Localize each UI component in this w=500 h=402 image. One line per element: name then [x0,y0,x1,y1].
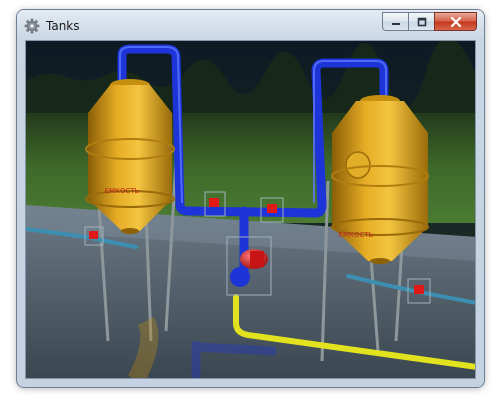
right-tank-label: ЕМКОСТЬ [339,231,374,239]
close-button[interactable] [434,12,477,31]
minimize-button[interactable] [382,12,408,31]
window-controls [382,12,477,31]
minimize-icon [391,12,401,31]
maximize-icon [417,12,427,31]
title-bar[interactable]: Tanks [17,10,484,40]
left-tank-label: ЕМКОСТЬ [105,187,140,195]
app-window: Tanks ЕМКОСТЬ ЕМКОСТЬ [17,10,484,387]
gear-icon [24,18,40,34]
scene-viewport[interactable]: ЕМКОСТЬ ЕМКОСТЬ [25,40,476,379]
maximize-button[interactable] [408,12,434,31]
window-title: Tanks [46,19,80,33]
close-icon [450,12,462,31]
right-tank: ЕМКОСТЬ [331,95,429,264]
